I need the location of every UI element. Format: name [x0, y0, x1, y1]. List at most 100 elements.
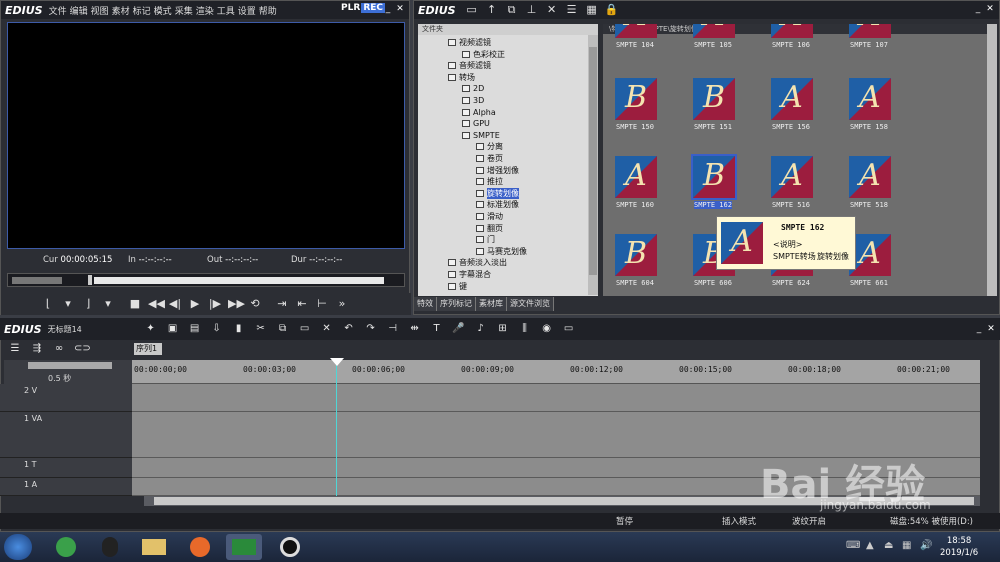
effect-label[interactable]: SMPTE 156 [772, 123, 810, 131]
menu-item-8[interactable]: 工具 [217, 7, 235, 17]
tree-node[interactable]: 旋转划像 [476, 187, 519, 199]
delete-clip-icon[interactable]: ✕ [320, 322, 334, 336]
effect-label[interactable]: SMPTE 661 [850, 279, 888, 287]
track-header[interactable]: 1 T [0, 458, 132, 478]
scrub-handle[interactable] [88, 275, 92, 285]
effect-thumbnail[interactable]: B [691, 154, 737, 200]
effects-minimize-icon[interactable]: _ [973, 4, 983, 14]
new-sequence-icon[interactable]: ✦ [144, 322, 158, 336]
close-icon[interactable]: ✕ [395, 4, 405, 14]
effect-label[interactable]: SMPTE 162 [694, 201, 732, 209]
menu-item-1[interactable]: 编辑 [70, 7, 88, 17]
rec-mode-label[interactable]: REC [361, 3, 385, 13]
start-button[interactable] [4, 534, 32, 560]
playhead-marker[interactable] [330, 358, 344, 366]
set-in-menu-icon[interactable]: ▾ [61, 297, 75, 311]
effect-label[interactable]: SMPTE 107 [850, 41, 888, 49]
menu-item-10[interactable]: 帮助 [259, 7, 277, 17]
tree-node[interactable]: 推拉 [476, 176, 503, 187]
set-out-menu-icon[interactable]: ▾ [101, 297, 115, 311]
tree-node[interactable]: 转场 [448, 72, 475, 83]
effect-thumbnail[interactable]: A [615, 24, 657, 38]
effect-thumbnail[interactable]: A [849, 78, 891, 120]
effect-thumbnail[interactable]: B [615, 234, 657, 276]
timeline-close-icon[interactable]: ✕ [986, 324, 996, 334]
minimize-icon[interactable]: _ [383, 4, 393, 14]
folder-icon[interactable]: ▭ [465, 3, 479, 17]
effect-label[interactable]: SMPTE 106 [772, 41, 810, 49]
tree-node[interactable]: 色彩校正 [462, 49, 505, 60]
effect-thumbnail[interactable]: A [693, 24, 735, 38]
effect-label[interactable]: SMPTE 158 [850, 123, 888, 131]
tree-node[interactable]: 滑动 [476, 211, 503, 222]
taskbar-app-refresh[interactable] [48, 534, 84, 560]
taskbar-app-edius[interactable] [226, 534, 262, 560]
open-icon[interactable]: ▤ [188, 322, 202, 336]
tray-arrow-icon[interactable]: ▲ [866, 540, 874, 551]
taskbar-app-qq[interactable] [92, 534, 128, 560]
effect-label[interactable]: SMPTE 105 [694, 41, 732, 49]
tree-node[interactable]: 视频滤镜 [448, 37, 491, 48]
effects-close-icon[interactable]: ✕ [985, 4, 995, 14]
menu-item-9[interactable]: 设置 [238, 7, 256, 17]
link-icon[interactable]: ∞ [52, 342, 66, 356]
capture-icon[interactable]: ▣ [166, 322, 180, 336]
effect-thumbnail[interactable]: A [615, 156, 657, 198]
track-mode-icon[interactable]: ☰ [8, 342, 22, 356]
step-back-icon[interactable]: ◀| [168, 297, 182, 311]
set-out-icon[interactable]: ⌋ [81, 297, 95, 311]
plr-mode-label[interactable]: PLR [341, 3, 360, 13]
tree-node[interactable]: 分离 [476, 141, 503, 152]
effect-thumbnail[interactable]: A [849, 156, 891, 198]
timeline-ruler[interactable]: 00:00:00;00 00:00:03;00 00:00:06;00 00:00:0… [132, 360, 980, 384]
audio-icon[interactable]: ♪ [474, 322, 488, 336]
color-icon[interactable]: ◉ [540, 322, 554, 336]
timeline-minimize-icon[interactable]: _ [974, 324, 984, 334]
tree-node[interactable]: 音频滤镜 [448, 60, 491, 71]
fader-icon[interactable]: ⫼ [518, 322, 532, 336]
tree-node[interactable]: 字幕混合 [448, 269, 491, 280]
tree-node[interactable]: 卷页 [476, 153, 503, 164]
tree-node[interactable]: 键 [448, 281, 467, 292]
effect-thumbnail[interactable]: B [693, 78, 735, 120]
tree-node[interactable]: 翻页 [476, 223, 503, 234]
effect-thumbnail[interactable]: A [771, 78, 813, 120]
mic-icon[interactable]: 🎤 [452, 322, 466, 336]
up-folder-icon[interactable]: ↑ [485, 3, 499, 17]
redo-icon[interactable]: ↷ [364, 322, 378, 336]
tree-scrollbar[interactable] [588, 35, 598, 295]
razor-icon[interactable]: ⊣ [386, 322, 400, 336]
effect-thumbnail[interactable]: B [615, 78, 657, 120]
menu-item-4[interactable]: 标记 [133, 7, 151, 17]
fast-forward-icon[interactable]: ▶▶ [228, 297, 245, 311]
rewind-icon[interactable]: ◀◀ [148, 297, 165, 311]
save-icon[interactable]: ▮ [232, 322, 246, 336]
effect-label[interactable]: SMPTE 104 [616, 41, 654, 49]
effects-tab[interactable]: 特效 [414, 297, 437, 311]
effect-label[interactable]: SMPTE 624 [772, 279, 810, 287]
tree-node[interactable]: 马赛克划像 [476, 246, 527, 257]
split-icon[interactable]: ⇹ [408, 322, 422, 336]
effect-label[interactable]: SMPTE 606 [694, 279, 732, 287]
tree-node[interactable]: Alpha [462, 107, 496, 118]
menu-item-0[interactable]: 文件 [49, 7, 67, 17]
layout-icon[interactable]: ▭ [562, 322, 576, 336]
tree-scroll-thumb[interactable] [589, 47, 597, 275]
tree-node[interactable]: 增强划像 [476, 165, 519, 176]
playhead-line[interactable] [336, 360, 337, 498]
effect-label[interactable]: SMPTE 151 [694, 123, 732, 131]
insert-icon[interactable]: ⇥ [275, 297, 289, 311]
scrub-bar[interactable] [7, 273, 405, 287]
track-header[interactable]: 1 VA [0, 412, 132, 458]
copy-icon[interactable]: ⧉ [505, 3, 519, 17]
grid-scrollbar[interactable] [987, 24, 997, 296]
tray-usb-icon[interactable]: ⏏ [884, 540, 893, 551]
tree-node[interactable]: GPU [462, 118, 490, 129]
effect-label[interactable]: SMPTE 604 [616, 279, 654, 287]
track-header[interactable]: 2 V [0, 384, 132, 412]
taskbar-clock[interactable]: 18:58 2019/1/6 [940, 535, 978, 559]
effect-thumbnail[interactable]: A [771, 24, 813, 38]
effect-label[interactable]: SMPTE 518 [850, 201, 888, 209]
group-icon[interactable]: ⊂⊃ [74, 342, 91, 356]
more-icon[interactable]: » [335, 297, 349, 311]
